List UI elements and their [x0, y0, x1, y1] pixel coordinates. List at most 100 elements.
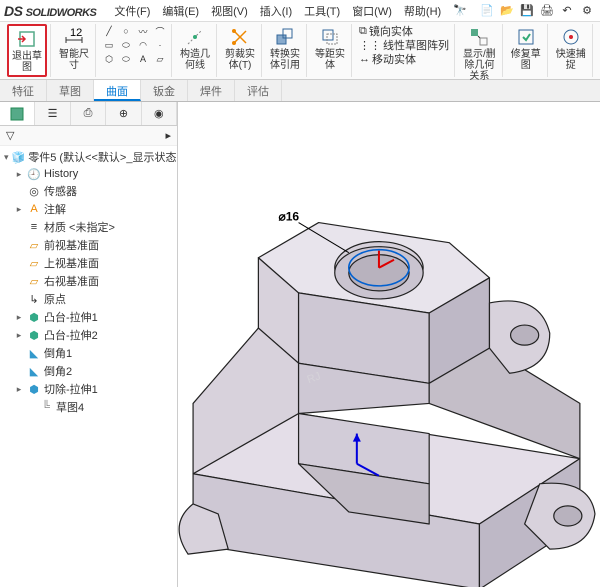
graphics-viewport[interactable]: ⌀16 RJ [178, 102, 600, 587]
chamfer-icon: ◣ [27, 346, 41, 360]
menu-file[interactable]: 文件(F) [108, 3, 156, 19]
move-entities-button[interactable]: ↔移动实体 [357, 52, 451, 66]
quick-access-toolbar: 📄 📂 💾 🖨 ↶ ⚙ [478, 2, 596, 20]
plane-icon: ▱ [27, 238, 41, 252]
filter-bar: ▽ ▸ [0, 126, 177, 146]
tree-origin[interactable]: ↳原点 [0, 290, 177, 308]
linear-pattern-icon: ⋮⋮ [359, 39, 381, 52]
convert-label: 转换实 体引用 [270, 49, 300, 71]
tree-sketch4[interactable]: ╚草图4 [0, 398, 177, 416]
print-icon[interactable]: 🖨 [538, 2, 556, 20]
line-tool-icon[interactable]: ╱ [101, 24, 117, 38]
extrude-icon: ⬢ [27, 310, 41, 324]
filter-icon[interactable]: ▽ [6, 129, 14, 142]
plane-tool-icon[interactable]: ▱ [152, 52, 168, 66]
save-icon[interactable]: 💾 [518, 2, 536, 20]
poly-tool-icon[interactable]: ⬡ [101, 52, 117, 66]
menu-search-icon[interactable]: 🔭 [447, 4, 473, 17]
move-icon: ↔ [359, 53, 370, 65]
construction-geom-label: 构造几 何线 [180, 49, 210, 71]
extrude-icon: ⬢ [27, 328, 41, 342]
snap-label: 快速捕 捉 [556, 49, 586, 71]
menu-view[interactable]: 视图(V) [205, 3, 254, 19]
slot-tool-icon[interactable]: ⬭ [118, 38, 134, 52]
quick-snap-button[interactable]: 快速捕 捉 [553, 24, 589, 73]
display-relations-label: 显示/删 除几何 关系 [463, 49, 496, 82]
display-relations-button[interactable]: 显示/删 除几何 关系 [460, 24, 499, 84]
sensors-icon: ◎ [27, 184, 41, 198]
circle-tool-icon[interactable]: ○ [118, 24, 134, 38]
filter-more-icon[interactable]: ▸ [165, 129, 171, 142]
smart-dimension-button[interactable]: 12 智能尺 寸 [56, 24, 92, 73]
tree-right-plane[interactable]: ▱右视基准面 [0, 272, 177, 290]
tree-root-part[interactable]: ▾🧊零件5 (默认<<默认>_显示状态 1>) [0, 148, 177, 166]
tree-sensors[interactable]: ◎传感器 [0, 182, 177, 200]
construction-geom-icon [184, 26, 206, 48]
new-doc-icon[interactable]: 📄 [478, 2, 496, 20]
part-icon: 🧊 [12, 150, 26, 164]
tree-history[interactable]: ▸🕘History [0, 166, 177, 182]
tree-cut-extrude1[interactable]: ▸⬢切除-拉伸1 [0, 380, 177, 398]
tab-evaluate[interactable]: 评估 [235, 80, 282, 101]
menu-edit[interactable]: 编辑(E) [156, 3, 205, 19]
offset-entities-button[interactable]: 等距实 体 [312, 24, 348, 73]
tab-sketch[interactable]: 草图 [47, 80, 94, 101]
tree-boss-extrude2[interactable]: ▸⬢凸台-拉伸2 [0, 326, 177, 344]
menu-tools[interactable]: 工具(T) [298, 3, 346, 19]
command-manager-tabs: 特征 草图 曲面 钣金 焊件 评估 [0, 80, 600, 102]
menu-window[interactable]: 窗口(W) [346, 3, 398, 19]
options-icon[interactable]: ⚙ [578, 2, 596, 20]
convert-entities-button[interactable]: 转换实 体引用 [267, 24, 303, 73]
repair-sketch-button[interactable]: 修复草 图 [508, 24, 544, 73]
text-tool-icon[interactable]: A [135, 52, 151, 66]
tab-weldments[interactable]: 焊件 [188, 80, 235, 101]
menu-help[interactable]: 帮助(H) [398, 3, 447, 19]
tree-material[interactable]: ≡材质 <未指定> [0, 218, 177, 236]
property-manager-tab-icon[interactable]: ☰ [35, 102, 70, 125]
fillet-tool-icon[interactable]: ⌒ [152, 24, 168, 38]
cut-extrude-icon: ⬢ [27, 382, 41, 396]
tree-chamfer1[interactable]: ◣倒角1 [0, 344, 177, 362]
ellipse-tool-icon[interactable]: ⬭ [118, 52, 134, 66]
tree-front-plane[interactable]: ▱前视基准面 [0, 236, 177, 254]
annotations-icon: A [27, 202, 41, 216]
tree-chamfer2[interactable]: ◣倒角2 [0, 362, 177, 380]
menu-insert[interactable]: 插入(I) [254, 3, 298, 19]
convert-icon [274, 26, 296, 48]
tab-surfaces[interactable]: 曲面 [94, 80, 141, 101]
exit-sketch-label: 退出草 图 [12, 51, 42, 73]
spline-tool-icon[interactable]: 〰 [135, 24, 151, 38]
trim-entities-button[interactable]: 剪裁实 体(T) [222, 24, 258, 73]
feature-tree-tab-icon[interactable] [0, 102, 35, 125]
svg-text:⌀16: ⌀16 [278, 210, 299, 224]
config-manager-tab-icon[interactable]: ⎙ [71, 102, 106, 125]
construction-geom-button[interactable]: 构造几 何线 [177, 24, 213, 73]
exit-sketch-icon [16, 28, 38, 50]
plane-icon: ▱ [27, 274, 41, 288]
ribbon-toolbar: 退出草 图 12 智能尺 寸 ╱○〰⌒ ▭⬭◠· ⬡⬭A▱ 构造几 何线 剪裁实… [0, 22, 600, 80]
tree-top-plane[interactable]: ▱上视基准面 [0, 254, 177, 272]
rect-tool-icon[interactable]: ▭ [101, 38, 117, 52]
open-icon[interactable]: 📂 [498, 2, 516, 20]
repair-label: 修复草 图 [511, 49, 541, 71]
mirror-entities-button[interactable]: ⧉镜向实体 [357, 24, 451, 38]
feature-manager-panel: ☰ ⎙ ⊕ ◉ ▽ ▸ ▾🧊零件5 (默认<<默认>_显示状态 1>) ▸🕘Hi… [0, 102, 178, 587]
point-tool-icon[interactable]: · [152, 38, 168, 52]
material-icon: ≡ [27, 220, 41, 234]
tab-features[interactable]: 特征 [0, 80, 47, 101]
repair-icon [515, 26, 537, 48]
menu-bar: DS SOLIDWORKS 文件(F) 编辑(E) 视图(V) 插入(I) 工具… [0, 0, 600, 22]
app-logo: DS SOLIDWORKS [4, 3, 96, 19]
display-manager-tab-icon[interactable]: ◉ [142, 102, 177, 125]
dimxpert-tab-icon[interactable]: ⊕ [106, 102, 141, 125]
tree-annotations[interactable]: ▸A注解 [0, 200, 177, 218]
tree-boss-extrude1[interactable]: ▸⬢凸台-拉伸1 [0, 308, 177, 326]
undo-icon[interactable]: ↶ [558, 2, 576, 20]
linear-pattern-button[interactable]: ⋮⋮线性草图阵列 [357, 38, 451, 52]
exit-sketch-button[interactable]: 退出草 图 [7, 24, 47, 77]
arc-tool-icon[interactable]: ◠ [135, 38, 151, 52]
manager-pane-tabs: ☰ ⎙ ⊕ ◉ [0, 102, 177, 126]
trim-label: 剪裁实 体(T) [225, 49, 255, 71]
tab-sheetmetal[interactable]: 钣金 [141, 80, 188, 101]
sketch-icon: ╚ [39, 400, 53, 414]
